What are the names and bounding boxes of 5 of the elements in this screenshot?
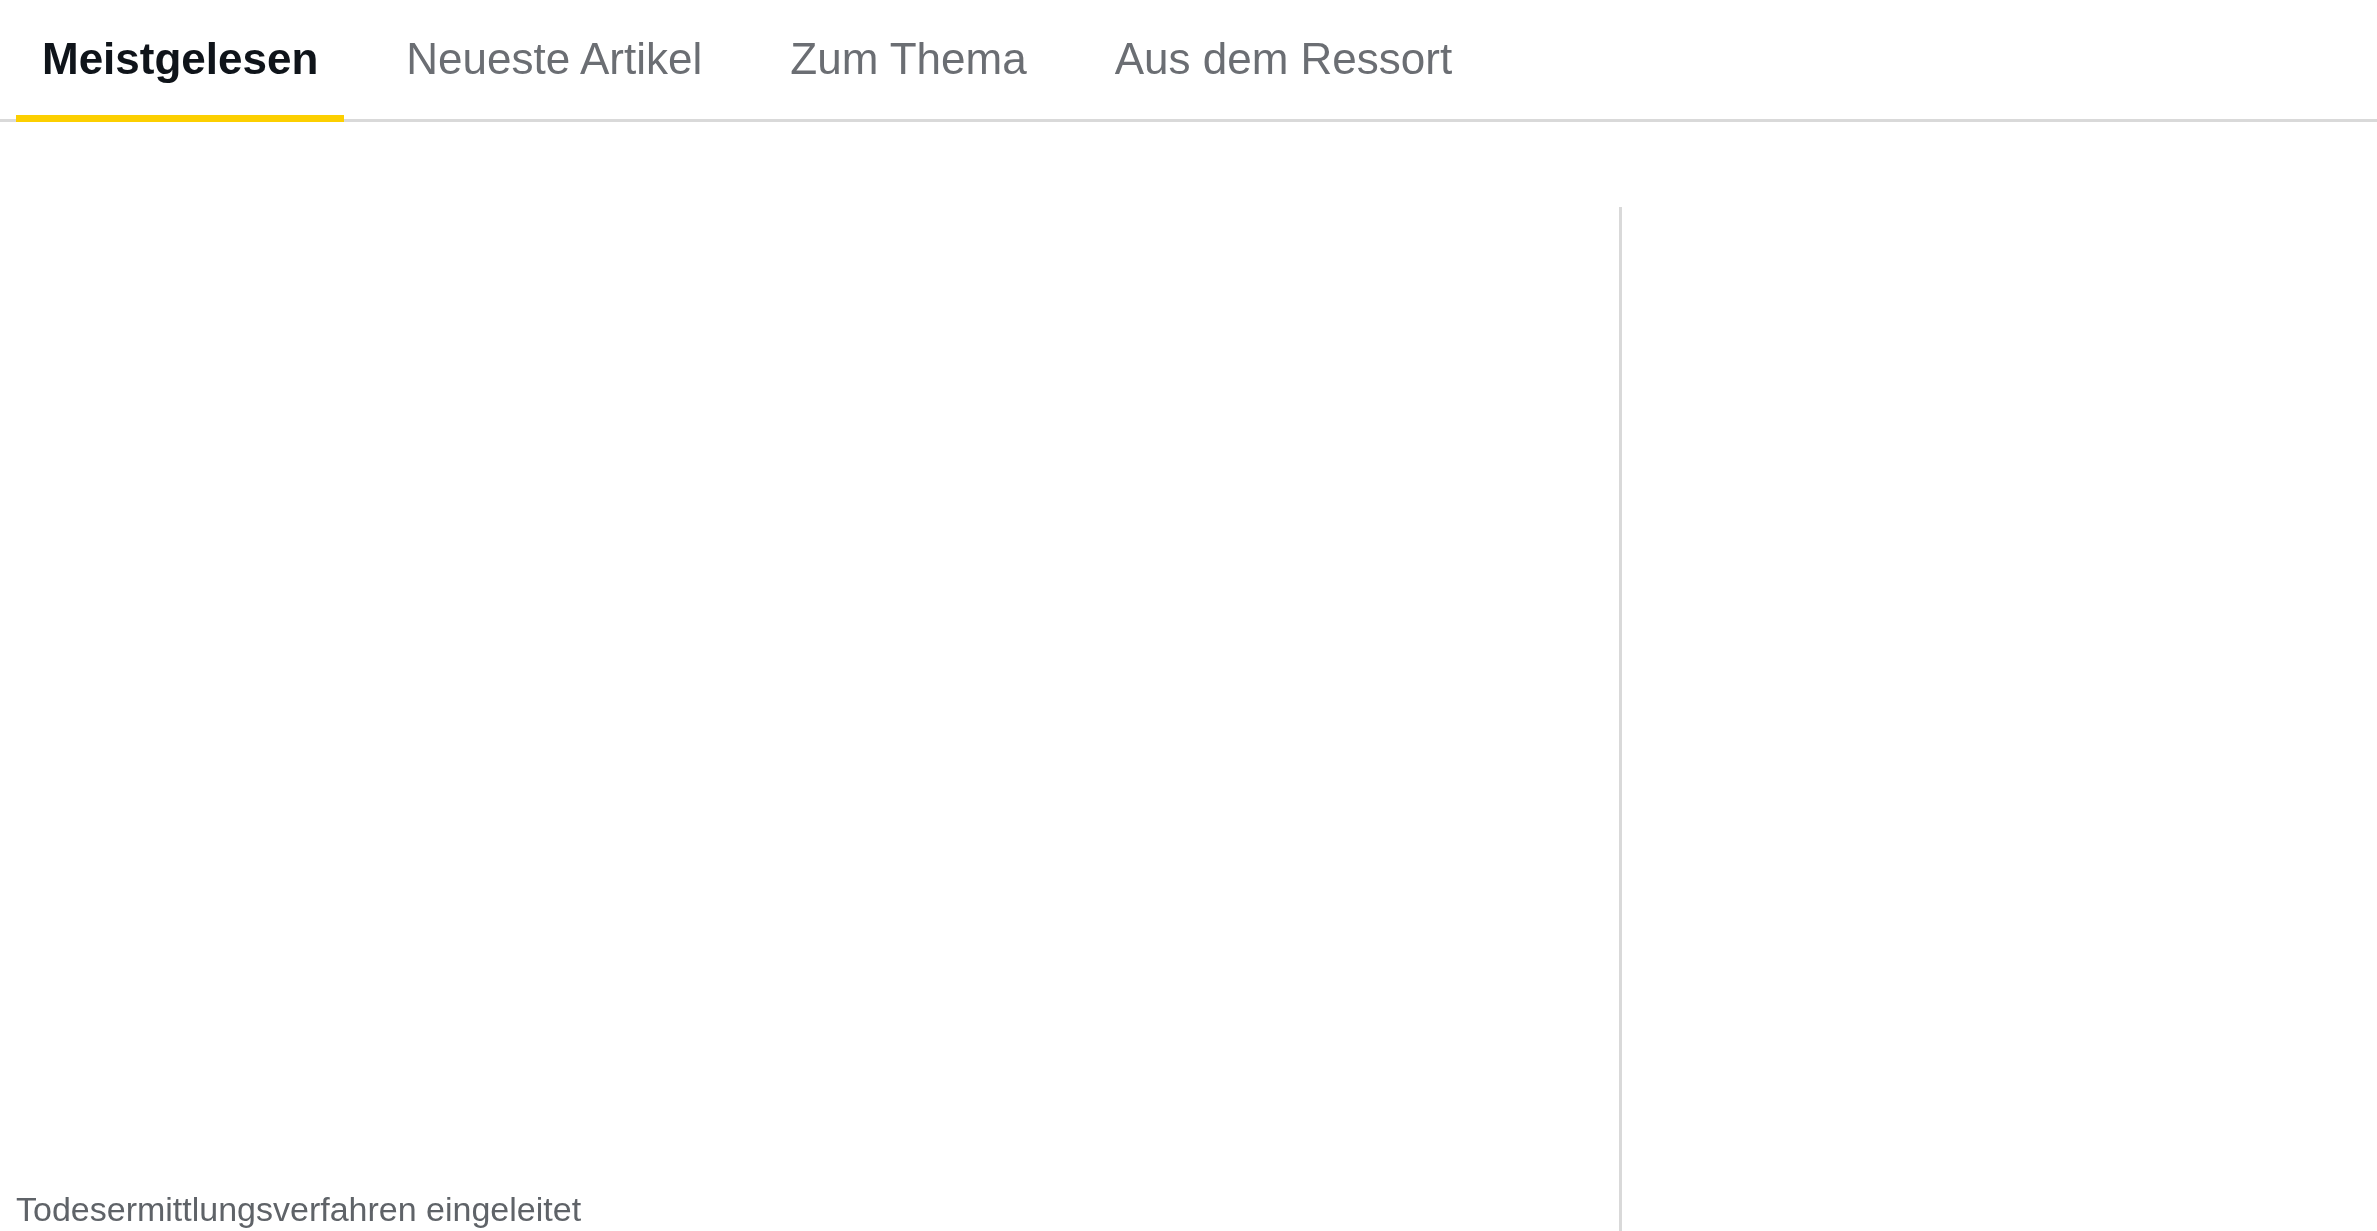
tab[interactable]: Zum Thema — [764, 2, 1053, 122]
article-title[interactable]: Todesermittlungsverfahren eingeleitet — [0, 1189, 1619, 1231]
tab[interactable]: Neueste Artikel — [380, 2, 729, 122]
tab[interactable]: Aus dem Ressort — [1088, 2, 1479, 122]
tab[interactable]: Meistgelesen — [16, 2, 345, 122]
